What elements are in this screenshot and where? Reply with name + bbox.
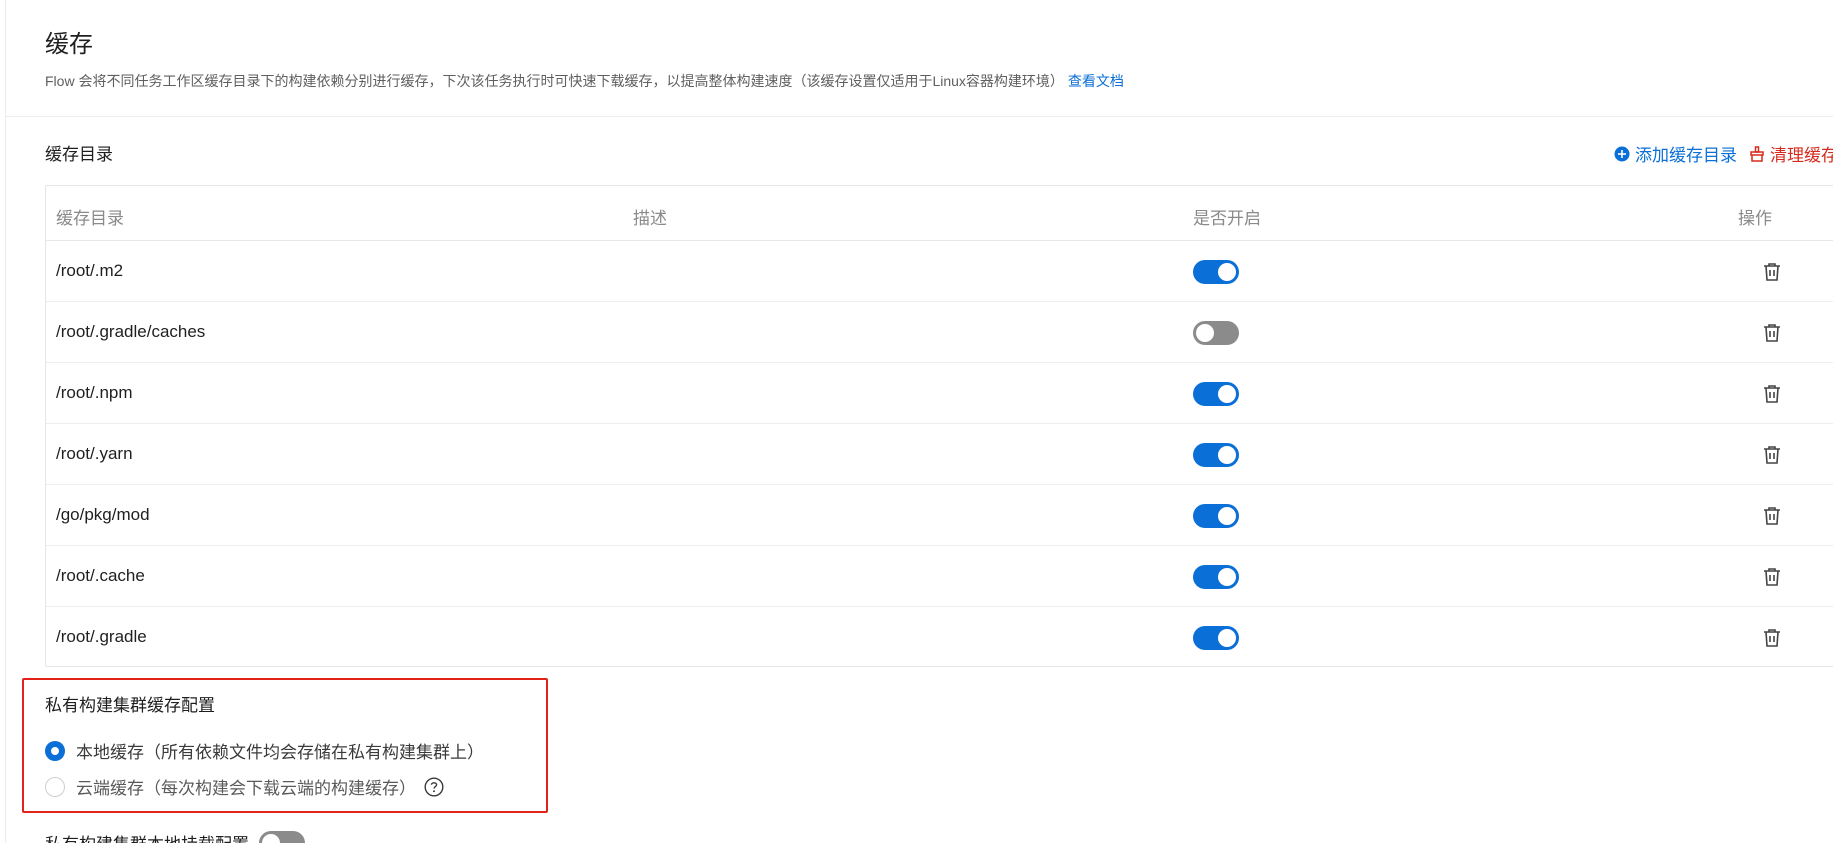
table-row: /root/.cache	[46, 546, 1833, 607]
add-cache-directory-button[interactable]: 添加缓存目录	[1614, 141, 1737, 166]
trash-icon[interactable]	[1761, 383, 1783, 405]
cache-path: /root/.gradle/caches	[56, 322, 206, 341]
trash-icon[interactable]	[1761, 322, 1783, 344]
mount-config-toggle[interactable]	[259, 830, 305, 843]
column-header-actions: 操作	[1738, 209, 1772, 228]
toggle-knob	[1218, 446, 1236, 464]
trash-icon[interactable]	[1761, 444, 1783, 466]
radio-checked[interactable]	[45, 740, 65, 761]
cache-path: /root/.yarn	[56, 444, 133, 463]
clear-cache-label: 清理缓存	[1770, 146, 1833, 165]
table-row: /root/.gradle/caches	[46, 302, 1833, 363]
cache-actions: 添加缓存目录 清理缓存	[1614, 141, 1833, 166]
column-header-description: 描述	[633, 209, 667, 228]
radio-unchecked[interactable]	[45, 776, 65, 797]
local-cache-label: 本地缓存（所有依赖文件均会存储在私有构建集群上）	[76, 743, 484, 762]
trash-icon[interactable]	[1761, 261, 1783, 283]
cloud-cache-option[interactable]: 云端缓存（每次构建会下载云端的构建缓存）	[45, 774, 444, 799]
page-description: Flow 会将不同任务工作区缓存目录下的构建依赖分别进行缓存，下次该任务执行时可…	[45, 71, 1124, 91]
clear-cache-button[interactable]: 清理缓存	[1749, 141, 1833, 166]
enabled-toggle[interactable]	[1193, 565, 1239, 589]
trash-icon[interactable]	[1761, 627, 1783, 649]
trash-icon[interactable]	[1761, 505, 1783, 527]
table-row: /root/.npm	[46, 363, 1833, 424]
question-circle-icon[interactable]	[424, 776, 444, 797]
toggle-knob	[1196, 324, 1214, 342]
toggle-knob	[1218, 568, 1236, 586]
toggle-knob	[1218, 263, 1236, 281]
enabled-toggle[interactable]	[1193, 504, 1239, 528]
column-header-path: 缓存目录	[56, 209, 124, 228]
mount-config-label: 私有构建集群本地挂载配置	[45, 830, 249, 843]
trash-icon[interactable]	[1761, 566, 1783, 588]
cache-path: /root/.npm	[56, 383, 133, 402]
plus-circle-icon	[1614, 146, 1630, 161]
table-row: /go/pkg/mod	[46, 485, 1833, 546]
left-divider	[5, 0, 6, 843]
enabled-toggle[interactable]	[1193, 260, 1239, 284]
cache-directory-section-title: 缓存目录	[45, 145, 113, 164]
enabled-toggle[interactable]	[1193, 321, 1239, 345]
cache-path: /root/.m2	[56, 261, 124, 280]
column-header-enabled: 是否开启	[1193, 209, 1261, 228]
enabled-toggle[interactable]	[1193, 443, 1239, 467]
private-cluster-mount-row: 私有构建集群本地挂载配置	[45, 830, 305, 843]
toggle-knob	[1218, 629, 1236, 647]
table-row: /root/.gradle	[46, 607, 1833, 668]
page-description-text: Flow 会将不同任务工作区缓存目录下的构建依赖分别进行缓存，下次该任务执行时可…	[45, 73, 1064, 89]
view-docs-link[interactable]: 查看文档	[1068, 73, 1124, 89]
toggle-knob	[262, 833, 280, 843]
cache-path: /go/pkg/mod	[56, 505, 150, 524]
cache-path: /root/.gradle	[56, 627, 147, 646]
local-cache-option[interactable]: 本地缓存（所有依赖文件均会存储在私有构建集群上）	[45, 738, 484, 763]
broom-icon	[1750, 145, 1764, 162]
table-header: 缓存目录 描述 是否开启 操作	[46, 186, 1833, 241]
enabled-toggle[interactable]	[1193, 626, 1239, 650]
toggle-knob	[1218, 507, 1236, 525]
cache-path: /root/.cache	[56, 566, 145, 585]
page-title: 缓存	[45, 31, 93, 58]
toggle-knob	[1218, 385, 1236, 403]
enabled-toggle[interactable]	[1193, 382, 1239, 406]
cache-directory-table: 缓存目录 描述 是否开启 操作 /root/.m2 /root/.gradle/…	[45, 185, 1833, 667]
header-divider	[6, 116, 1833, 117]
table-row: /root/.m2	[46, 241, 1833, 302]
add-cache-directory-label: 添加缓存目录	[1635, 146, 1737, 165]
cloud-cache-label: 云端缓存（每次构建会下载云端的构建缓存）	[76, 779, 416, 798]
private-cluster-cache-title: 私有构建集群缓存配置	[45, 696, 215, 715]
cache-settings-page: 缓存 Flow 会将不同任务工作区缓存目录下的构建依赖分别进行缓存，下次该任务执…	[0, 0, 1833, 843]
table-row: /root/.yarn	[46, 424, 1833, 485]
